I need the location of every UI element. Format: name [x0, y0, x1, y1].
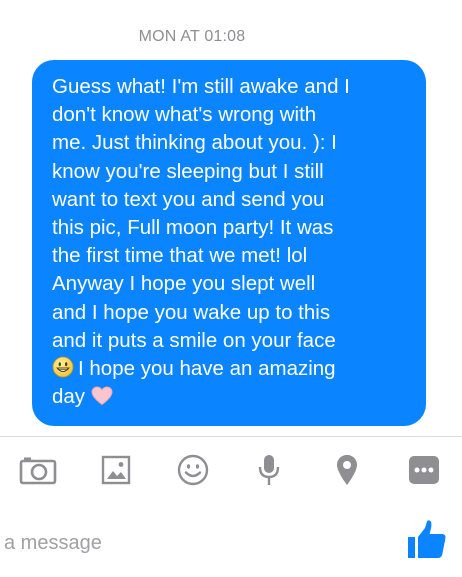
- composer: [0, 515, 462, 577]
- camera-button[interactable]: [18, 452, 58, 492]
- grinning-face-emoji-icon: [52, 356, 74, 378]
- message-line: day: [52, 385, 86, 409]
- message-line: don't know what's wrong with: [52, 103, 317, 127]
- composer-divider: [0, 436, 462, 437]
- message-line: know you're sleeping but I still: [52, 159, 324, 183]
- message-line: Guess what! I'm still awake and I: [52, 75, 350, 98]
- more-button[interactable]: [404, 452, 444, 492]
- message-input[interactable]: [0, 528, 384, 558]
- message-line: the first time that we met! lol: [52, 244, 308, 268]
- photo-icon: [101, 455, 131, 490]
- camera-icon: [19, 455, 57, 490]
- message-line: this pic, Full moon party! It was: [52, 216, 334, 240]
- heart-emoji-icon: [91, 386, 113, 406]
- message-line: me. Just thinking about you. ): I: [52, 131, 337, 155]
- message-line: want to text you and send you: [52, 187, 325, 211]
- photo-button[interactable]: [96, 452, 136, 492]
- message-line-with-emoji: I hope you have an amazing: [52, 355, 414, 383]
- more-icon: [408, 455, 440, 490]
- location-icon: [335, 453, 359, 492]
- message-line: I hope you have an amazing: [78, 357, 336, 381]
- emoji-icon: [177, 454, 209, 491]
- message-line-with-emoji: day: [52, 383, 414, 411]
- thumbs-up-icon: [406, 519, 448, 566]
- sticker-button[interactable]: [173, 452, 213, 492]
- message-timestamp: MON AT 01:08: [138, 28, 246, 45]
- microphone-icon: [257, 453, 281, 492]
- voice-button[interactable]: [249, 452, 289, 492]
- location-button[interactable]: [327, 452, 367, 492]
- message-line: and I hope you wake up to this: [52, 300, 331, 324]
- message-line: Anyway I hope you slept well: [52, 272, 316, 296]
- like-button[interactable]: [404, 518, 450, 566]
- composer-toolbar: [0, 452, 462, 492]
- message-line: and it puts a smile on your face: [52, 328, 336, 352]
- message-bubble[interactable]: Guess what! I'm still awake and I don't …: [32, 60, 426, 426]
